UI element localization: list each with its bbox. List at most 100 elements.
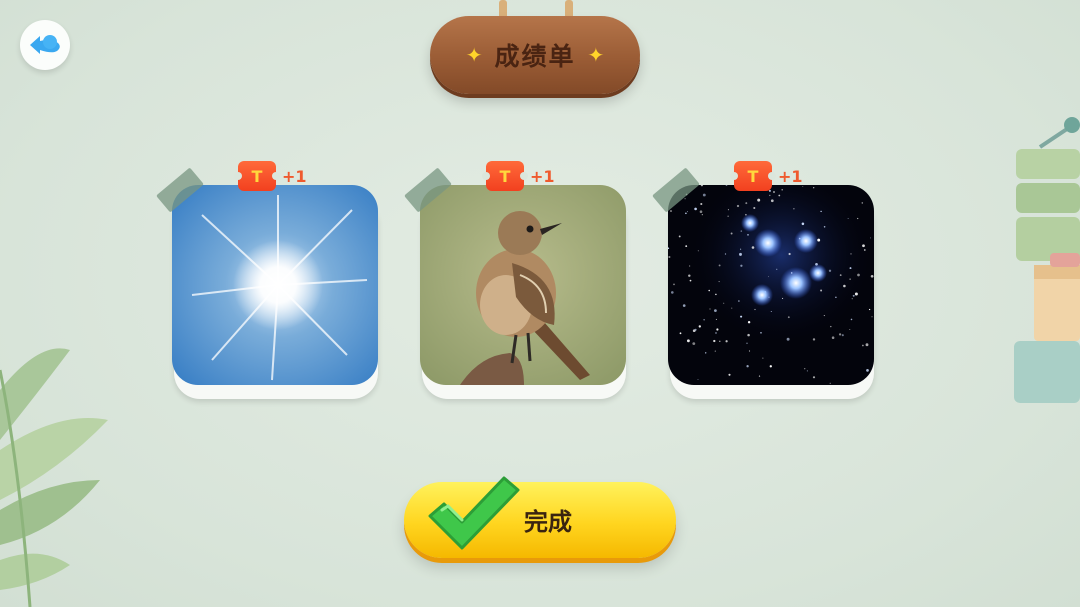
star-dot	[678, 235, 681, 238]
star-dot	[751, 246, 755, 249]
star-dot	[748, 350, 751, 352]
star-dot	[782, 297, 784, 299]
star-dot	[857, 217, 859, 220]
star-dot	[715, 318, 717, 320]
star-dot	[850, 253, 852, 255]
star-dot	[682, 304, 686, 307]
star-dot	[697, 379, 699, 380]
ticket-icon: T	[234, 161, 280, 191]
reward-badge: T +1	[482, 161, 555, 191]
star-dot	[852, 294, 855, 297]
star-dot	[862, 344, 864, 347]
star-dot	[679, 332, 682, 335]
star-dot	[804, 368, 806, 370]
plant-leaves-decoration	[0, 348, 108, 607]
star-dot	[861, 202, 864, 204]
bird-image	[420, 185, 626, 385]
star-dot	[823, 315, 825, 317]
star-dot	[718, 281, 720, 283]
star-dot	[757, 198, 761, 202]
star-dot	[820, 210, 822, 213]
star-dot	[719, 340, 721, 342]
title-sign: ✦ 成绩单 ✦	[430, 16, 640, 94]
reward-badge: T +1	[730, 161, 803, 191]
star-dot	[670, 291, 674, 294]
star-dot	[703, 319, 705, 321]
star-dot	[702, 193, 706, 197]
star-dot	[694, 207, 697, 211]
back-arrow-cloud-icon	[30, 35, 60, 54]
star-dot	[747, 333, 750, 337]
star-dot	[847, 218, 849, 219]
star-dot	[870, 274, 874, 278]
star-dot	[716, 328, 719, 331]
star-dot	[770, 310, 772, 313]
reward-badge: T +1	[234, 161, 307, 191]
back-button[interactable]	[20, 20, 70, 70]
done-button[interactable]: 完成	[404, 476, 676, 558]
star-dot	[769, 365, 772, 368]
sparkle-icon: ✦	[465, 43, 483, 67]
star-dot	[692, 342, 696, 345]
star-dot	[689, 279, 692, 282]
star-dot	[820, 289, 823, 292]
star-dot	[868, 308, 871, 311]
star-dot	[770, 199, 774, 203]
star-dot	[806, 370, 808, 372]
star-dot	[684, 198, 686, 200]
star-dot	[701, 214, 703, 216]
star-dot	[869, 185, 871, 187]
score-report-screen: ✦ 成绩单 ✦ T +1 T +1 T +1 完成	[0, 0, 1080, 607]
star-dot	[704, 352, 707, 354]
star-dot	[871, 316, 873, 318]
star-dot	[863, 249, 866, 251]
stars-image	[668, 185, 874, 385]
star-dot	[829, 382, 831, 384]
reward-count: +1	[778, 166, 803, 186]
page-title: 成绩单	[494, 42, 576, 71]
result-card-sun[interactable]: T +1	[156, 161, 378, 399]
star-dot	[835, 296, 837, 299]
star-dot	[812, 376, 816, 379]
star-dot	[776, 268, 778, 270]
star-dot	[715, 332, 717, 334]
star-dot	[713, 339, 716, 343]
star-dot	[718, 264, 721, 267]
star-dot	[694, 328, 697, 331]
star-dot	[714, 309, 717, 312]
star-dot	[685, 245, 688, 247]
star-dot	[762, 357, 764, 359]
star-dot	[746, 342, 748, 344]
star-dot	[673, 283, 675, 286]
star-dot	[724, 253, 727, 255]
star-dot	[745, 202, 748, 205]
star-dot	[753, 206, 756, 210]
star-dot	[740, 230, 743, 232]
star-dot	[758, 375, 761, 377]
result-card-stars[interactable]: T +1	[652, 161, 874, 399]
star-dot	[823, 226, 826, 228]
result-card-bird[interactable]: T +1	[404, 161, 626, 399]
star-dot	[841, 334, 844, 337]
star-dot	[686, 339, 690, 343]
star-dot	[686, 211, 688, 213]
star-dot	[830, 325, 832, 328]
star-dot	[697, 250, 699, 252]
star-dot	[740, 315, 743, 318]
star-dot	[739, 252, 742, 256]
star-dot	[801, 222, 805, 226]
star-dot	[778, 194, 781, 197]
sun-image	[172, 185, 378, 385]
star-dot	[865, 343, 869, 347]
star-dot	[688, 274, 691, 277]
star-dot	[854, 292, 858, 296]
star-dot	[838, 333, 842, 336]
star-dot	[760, 332, 762, 334]
star-dot	[670, 210, 672, 212]
star-dot	[747, 234, 749, 236]
star-dot	[727, 209, 729, 211]
star-dot	[709, 308, 711, 310]
reward-count: +1	[282, 166, 307, 186]
star-dot	[747, 320, 751, 324]
star-dot	[668, 255, 671, 259]
